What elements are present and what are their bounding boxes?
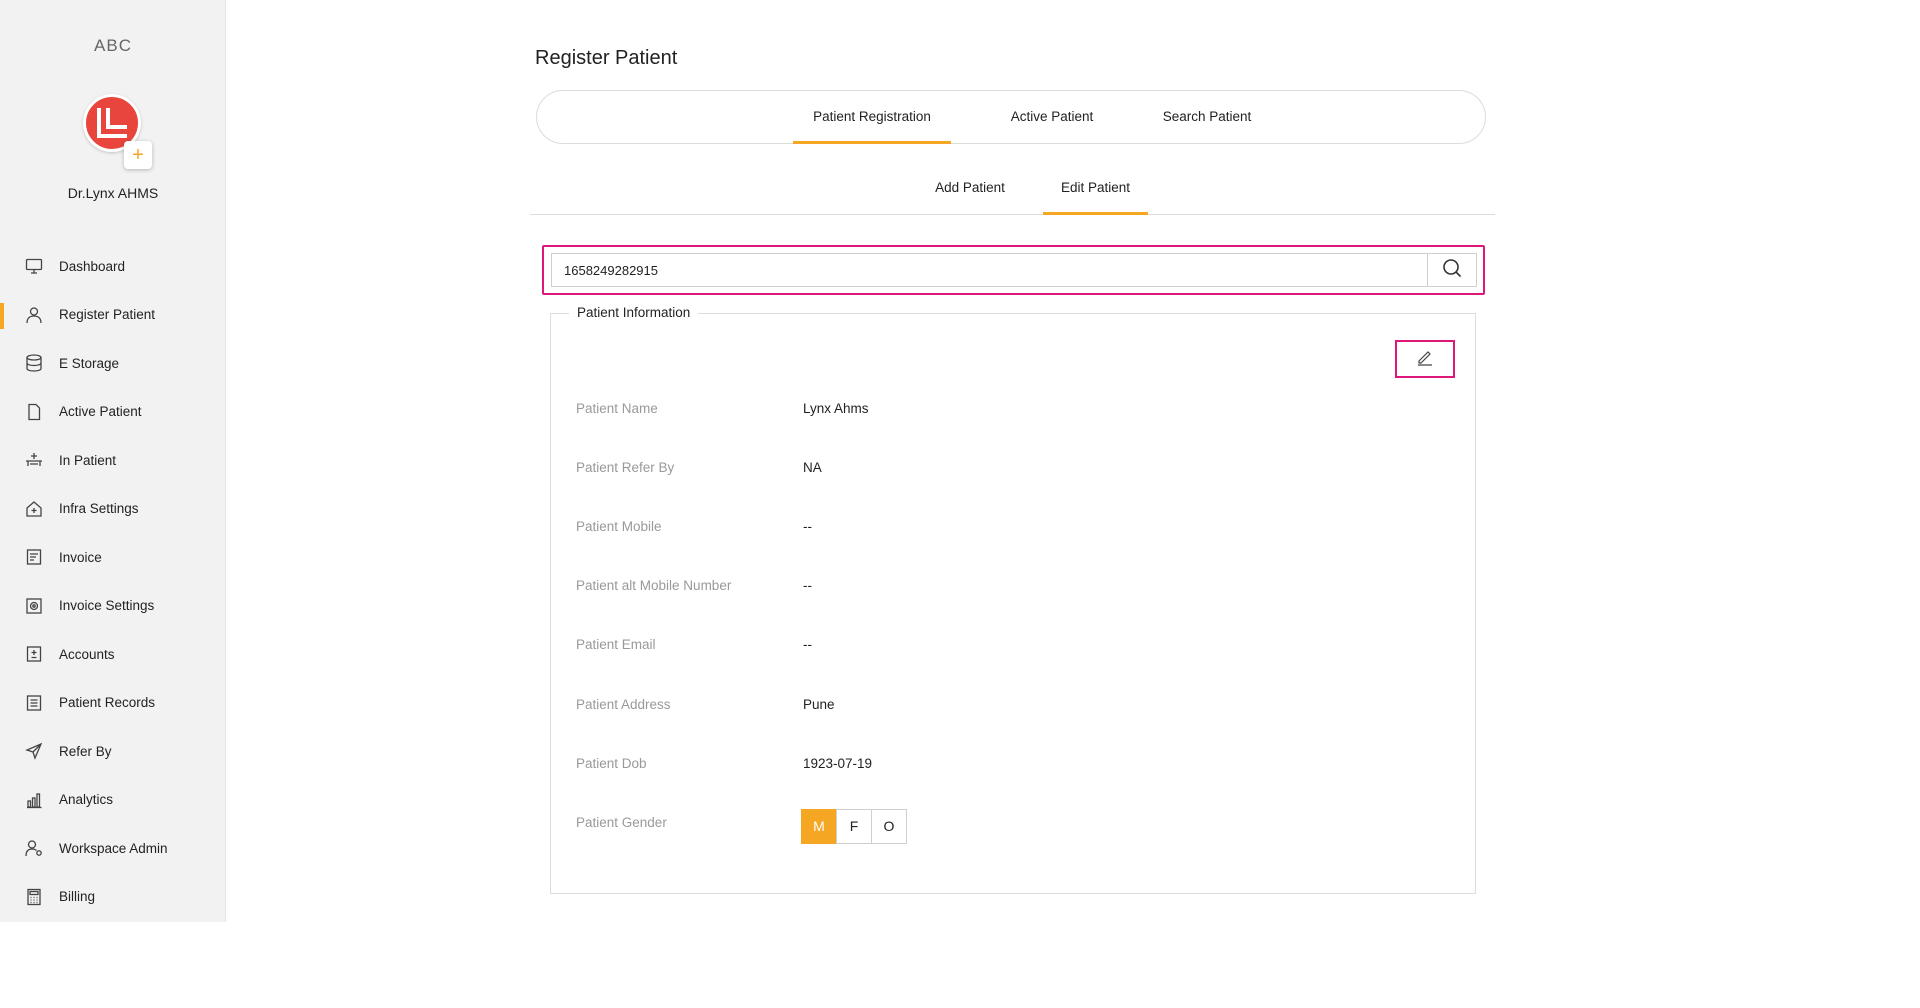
sidebar-item-register-patient[interactable]: Register Patient	[0, 291, 226, 340]
add-logo-button[interactable]: +	[124, 141, 152, 169]
field-label: Patient Mobile	[576, 519, 662, 534]
sidebar-item-label: E Storage	[59, 355, 120, 371]
field-patient-address: Patient Address Pune	[576, 697, 1436, 717]
field-label: Patient alt Mobile Number	[576, 578, 732, 593]
gender-option-o[interactable]: O	[871, 809, 907, 844]
sidebar-item-label: Analytics	[59, 792, 114, 808]
tab-add-patient[interactable]: Add Patient	[905, 167, 1035, 215]
sidebar-item-in-patient[interactable]: In Patient	[0, 436, 226, 485]
page-title: Register Patient	[535, 47, 678, 69]
sidebar-item-dashboard[interactable]: Dashboard	[0, 242, 226, 291]
sidebar-item-refer-by[interactable]: Refer By	[0, 727, 226, 776]
sidebar-item-label: Active Patient	[59, 404, 142, 420]
sub-tab-bar: Add Patient Edit Patient	[530, 167, 1495, 215]
file-icon	[24, 402, 44, 422]
sidebar-item-label: Accounts	[59, 646, 115, 662]
sidebar-item-accounts[interactable]: Accounts	[0, 630, 226, 679]
pencil-icon	[1416, 348, 1434, 371]
field-value: 1923-07-19	[803, 756, 873, 771]
user-icon	[24, 305, 44, 325]
sidebar-item-label: Refer By	[59, 743, 112, 759]
sidebar-item-label: Invoice	[59, 549, 102, 565]
tab-edit-patient[interactable]: Edit Patient	[1043, 167, 1148, 215]
admin-icon	[24, 838, 44, 858]
tab-search-patient[interactable]: Search Patient	[1137, 91, 1277, 144]
sidebar-item-invoice-settings[interactable]: Invoice Settings	[0, 582, 226, 631]
sidebar-item-invoice[interactable]: Invoice	[0, 533, 226, 582]
sidebar-item-billing[interactable]: Billing	[0, 873, 226, 922]
sidebar-item-analytics[interactable]: Analytics	[0, 776, 226, 825]
panel-legend: Patient Information	[569, 305, 699, 320]
database-icon	[24, 353, 44, 373]
invoice-icon	[24, 547, 44, 567]
sidebar-nav: Dashboard Register Patient E Storage Act…	[0, 242, 226, 921]
sidebar: ABC + Dr.Lynx AHMS Dashboard Register Pa…	[0, 0, 226, 922]
calculator-icon	[24, 887, 44, 907]
gender-option-f[interactable]: F	[836, 809, 872, 844]
field-patient-gender: Patient Gender	[576, 815, 1436, 835]
top-tab-bar: Patient Registration Active Patient Sear…	[536, 90, 1486, 144]
field-patient-refer-by: Patient Refer By NA	[576, 460, 1436, 480]
field-label: Patient Refer By	[576, 460, 675, 475]
field-patient-mobile: Patient Mobile --	[576, 519, 1436, 539]
sidebar-item-label: Invoice Settings	[59, 598, 155, 614]
accounts-icon	[24, 644, 44, 664]
search-bar	[542, 245, 1485, 295]
field-patient-email: Patient Email --	[576, 637, 1436, 657]
tab-patient-registration[interactable]: Patient Registration	[793, 91, 951, 144]
sidebar-item-patient-records[interactable]: Patient Records	[0, 679, 226, 728]
patient-information-panel: Patient Information Patient Name Lynx Ah…	[550, 305, 1476, 894]
field-value: NA	[803, 460, 822, 475]
brand-name: ABC	[94, 36, 132, 55]
gender-selector: M F O	[801, 809, 907, 844]
invoice-settings-icon	[24, 596, 44, 616]
sidebar-item-label: Billing	[59, 889, 96, 905]
search-input[interactable]	[551, 253, 1427, 287]
sidebar-item-label: Patient Records	[59, 695, 156, 711]
edit-button[interactable]	[1395, 340, 1455, 378]
field-label: Patient Address	[576, 697, 671, 712]
sidebar-item-active-patient[interactable]: Active Patient	[0, 388, 226, 437]
field-value: --	[803, 637, 812, 652]
field-patient-dob: Patient Dob 1923-07-19	[576, 756, 1436, 776]
field-label: Patient Email	[576, 637, 656, 652]
sidebar-item-label: In Patient	[59, 452, 117, 468]
field-value: Pune	[803, 697, 835, 712]
sidebar-item-label: Dashboard	[59, 258, 126, 274]
field-label: Patient Dob	[576, 756, 647, 771]
tab-active-patient[interactable]: Active Patient	[987, 91, 1117, 144]
bed-icon	[24, 450, 44, 470]
sidebar-item-e-storage[interactable]: E Storage	[0, 339, 226, 388]
records-icon	[24, 693, 44, 713]
send-icon	[24, 741, 44, 761]
field-patient-name: Patient Name Lynx Ahms	[576, 401, 1436, 421]
field-label: Patient Gender	[576, 815, 667, 830]
search-button[interactable]	[1427, 253, 1477, 287]
sidebar-item-infra-settings[interactable]: Infra Settings	[0, 485, 226, 534]
bar-chart-icon	[24, 790, 44, 810]
sidebar-item-workspace-admin[interactable]: Workspace Admin	[0, 824, 226, 873]
sidebar-item-label: Register Patient	[59, 307, 156, 323]
field-label: Patient Name	[576, 401, 658, 416]
gender-option-m[interactable]: M	[801, 809, 837, 844]
sidebar-item-label: Workspace Admin	[59, 840, 168, 856]
field-value: --	[803, 578, 812, 593]
search-icon	[1442, 258, 1462, 283]
monitor-icon	[24, 256, 44, 276]
home-plus-icon	[24, 499, 44, 519]
field-value: --	[803, 519, 812, 534]
org-name: Dr.Lynx AHMS	[67, 185, 159, 201]
field-patient-alt-mobile: Patient alt Mobile Number --	[576, 578, 1436, 598]
sidebar-item-label: Infra Settings	[59, 501, 139, 517]
field-value: Lynx Ahms	[803, 401, 869, 416]
